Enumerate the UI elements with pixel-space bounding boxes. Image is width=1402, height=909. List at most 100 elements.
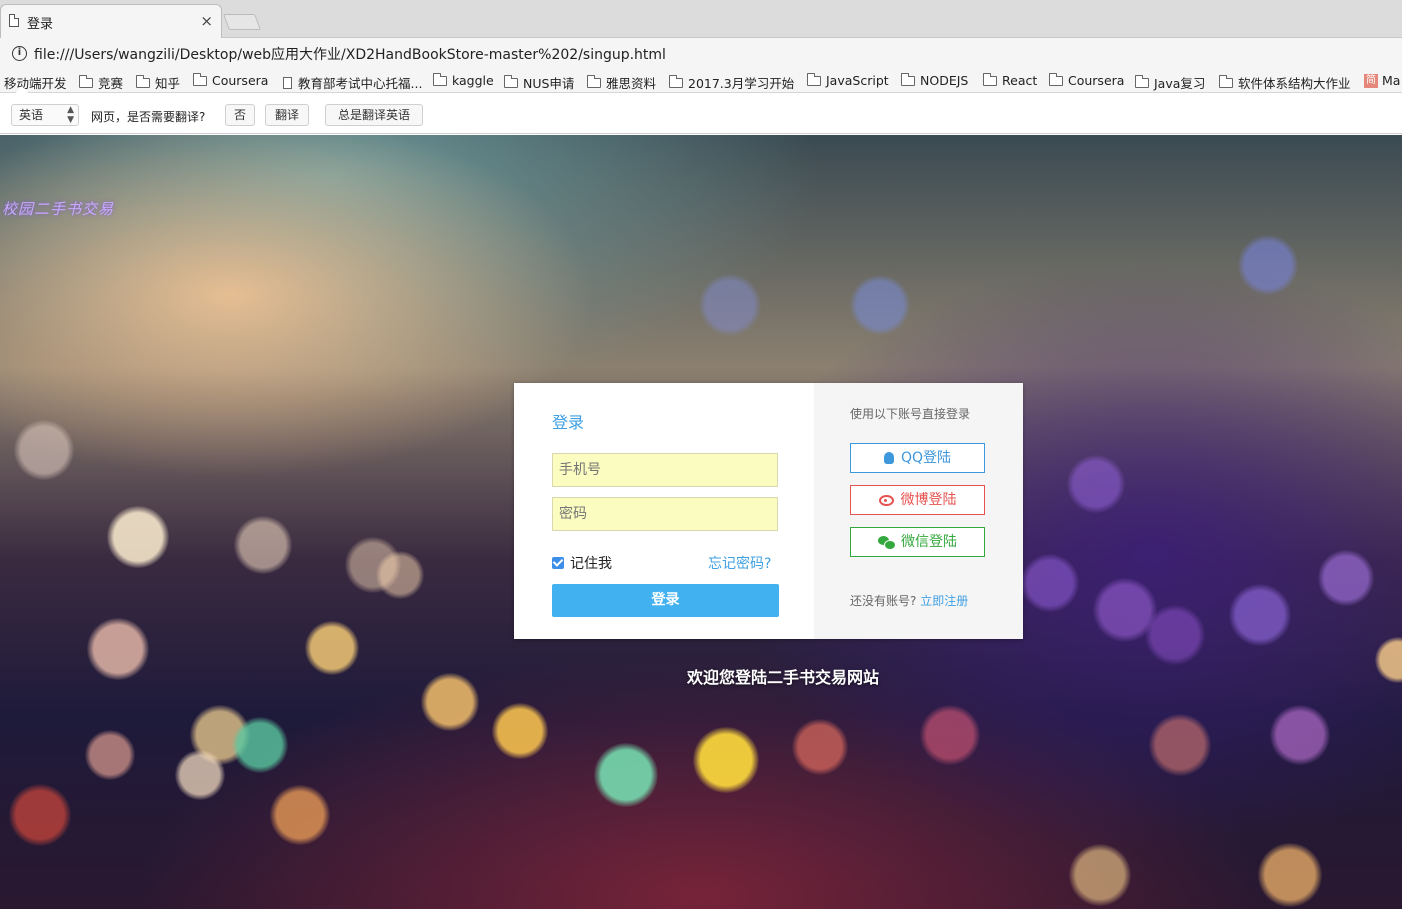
bookmark-label: NODEJS xyxy=(920,73,969,88)
remember-me[interactable]: 记住我 xyxy=(552,553,612,573)
remember-checkbox[interactable] xyxy=(552,557,564,569)
translate-bar: 英语 ▲ ▼ 网页，是否需要翻译? 否 翻译 总是翻译英语 xyxy=(0,94,1402,134)
phone-input[interactable] xyxy=(552,453,778,487)
bookmark-label: 知乎 xyxy=(155,76,181,91)
bokeh-light xyxy=(107,506,169,568)
bookmark-label: 2017.3月学习开始 xyxy=(688,76,795,91)
no-account-text: 还没有账号? xyxy=(850,594,917,608)
register-prompt: 还没有账号? 立即注册 xyxy=(850,592,968,609)
bookmark-label: Java复习 xyxy=(1154,76,1206,91)
qq-login-button[interactable]: QQ登陆 xyxy=(850,443,985,473)
url-field[interactable]: file:///Users/wangzili/Desktop/web应用大作业/… xyxy=(34,44,666,64)
language-select[interactable]: 英语 ▲ ▼ xyxy=(11,104,79,126)
bookmark-item[interactable]: JavaScript xyxy=(807,72,889,88)
bookmark-label: Coursera xyxy=(1068,73,1125,88)
bokeh-light xyxy=(1270,705,1330,765)
bokeh-light xyxy=(234,516,292,574)
address-bar: i file:///Users/wangzili/Desktop/web应用大作… xyxy=(0,38,1402,69)
bokeh-light xyxy=(270,785,330,845)
bookmark-item[interactable]: 竞赛 xyxy=(79,73,123,92)
bokeh-light xyxy=(9,784,71,846)
chevron-updown-icon: ▲ ▼ xyxy=(67,105,74,125)
login-title: 登录 xyxy=(552,413,585,432)
always-translate-button[interactable]: 总是翻译英语 xyxy=(325,104,423,126)
welcome-message: 欢迎您登陆二手书交易网站 xyxy=(686,668,879,687)
bokeh-light xyxy=(232,717,288,773)
bookmark-item[interactable]: NODEJS xyxy=(901,72,969,88)
bokeh-light xyxy=(85,730,135,780)
folder-icon xyxy=(1135,74,1149,88)
bokeh-light xyxy=(1067,455,1125,513)
bokeh-light xyxy=(14,420,74,480)
simplenote-icon: 简 xyxy=(1364,73,1378,88)
bokeh-light xyxy=(594,743,658,807)
translate-prompt: 网页，是否需要翻译? xyxy=(91,110,206,124)
login-form: 登录 记住我 忘记密码? 登录 xyxy=(514,383,814,639)
bookmark-item[interactable]: 2017.3月学习开始 xyxy=(669,73,794,92)
bookmark-item[interactable]: NUS申请 xyxy=(504,73,574,92)
folder-icon xyxy=(433,72,447,86)
bokeh-light xyxy=(175,750,225,800)
bookmarks-bar: 移动端开发 竞赛 知乎 Coursera 教育部考试中心托福... kaggle NUS申请… xyxy=(0,69,1402,93)
folder-icon xyxy=(79,74,93,88)
bookmark-item[interactable]: 知乎 xyxy=(136,73,180,92)
folder-icon xyxy=(136,74,150,88)
bookmark-item[interactable]: 教育部考试中心托福... xyxy=(283,73,422,92)
password-input[interactable] xyxy=(552,497,778,531)
bookmark-item[interactable]: Coursera xyxy=(193,72,269,88)
bokeh-light xyxy=(492,703,548,759)
social-login-hint: 使用以下账号直接登录 xyxy=(850,407,971,421)
close-icon[interactable]: × xyxy=(200,12,213,30)
page-icon xyxy=(283,76,292,89)
bookmark-item[interactable]: Java复习 xyxy=(1135,73,1205,92)
bokeh-light xyxy=(1021,554,1079,612)
bookmark-item[interactable]: 雅思资料 xyxy=(587,73,656,92)
browser-tab[interactable]: 登录 × xyxy=(0,4,222,38)
no-translate-button[interactable]: 否 xyxy=(225,104,255,126)
bokeh-light xyxy=(1149,714,1211,776)
tab-title: 登录 xyxy=(27,17,54,32)
translate-button[interactable]: 翻译 xyxy=(265,104,309,126)
qq-login-label: QQ登陆 xyxy=(900,450,952,466)
bookmark-label: 教育部考试中心托福... xyxy=(298,76,423,91)
wechat-login-button[interactable]: 微信登陆 xyxy=(850,527,985,557)
bokeh-light xyxy=(376,551,424,599)
bookmark-label: 竞赛 xyxy=(98,76,124,91)
info-icon[interactable]: i xyxy=(12,46,27,61)
bokeh-light xyxy=(1238,235,1298,295)
folder-icon xyxy=(193,72,207,86)
bookmark-item[interactable]: 简 Ma xyxy=(1364,73,1400,88)
folder-icon xyxy=(807,72,821,86)
translate-popup-caret xyxy=(14,86,30,95)
folder-icon xyxy=(1219,74,1233,88)
site-watermark: 校园二手书交易 xyxy=(2,200,115,218)
browser-tab-strip: 登录 × xyxy=(0,0,1402,38)
folder-icon xyxy=(669,74,683,88)
remember-label: 记住我 xyxy=(570,556,612,572)
new-tab-button[interactable] xyxy=(223,14,261,30)
bookmark-label: 软件体系结构大作业 xyxy=(1238,76,1351,91)
bookmark-item[interactable]: Coursera xyxy=(1049,72,1125,88)
bokeh-light xyxy=(792,719,848,775)
bookmark-item[interactable]: kaggle xyxy=(433,72,494,88)
bookmark-label: Coursera xyxy=(212,73,269,88)
bookmark-item[interactable]: React xyxy=(983,72,1037,88)
folder-icon xyxy=(1049,72,1063,86)
login-button[interactable]: 登录 xyxy=(552,584,779,617)
document-icon xyxy=(9,14,19,27)
bokeh-light xyxy=(1258,843,1322,907)
bokeh-light xyxy=(920,705,980,765)
bokeh-light xyxy=(1229,584,1291,646)
weibo-login-label: 微博登陆 xyxy=(900,492,957,508)
bokeh-light xyxy=(1069,844,1131,906)
bokeh-light xyxy=(1318,550,1374,606)
bokeh-light xyxy=(850,275,910,335)
bookmark-label: 雅思资料 xyxy=(606,76,657,91)
folder-icon xyxy=(504,74,518,88)
bookmark-item[interactable]: 软件体系结构大作业 xyxy=(1219,73,1351,92)
register-link[interactable]: 立即注册 xyxy=(920,594,968,608)
folder-icon xyxy=(901,72,915,86)
forgot-password-link[interactable]: 忘记密码? xyxy=(708,553,771,573)
weibo-login-button[interactable]: 微博登陆 xyxy=(850,485,985,515)
wechat-icon xyxy=(878,536,896,550)
